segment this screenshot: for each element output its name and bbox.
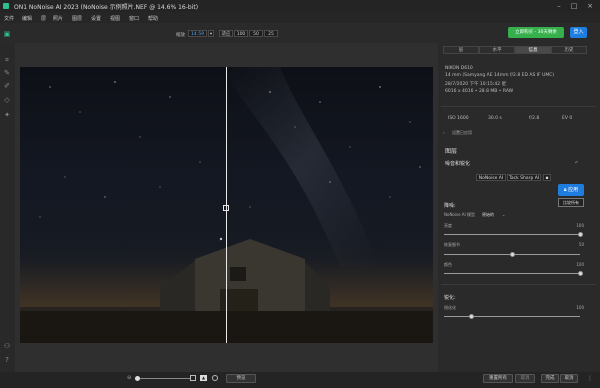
apply-label: 应用 xyxy=(568,187,579,193)
settings-chevron-icon[interactable]: › xyxy=(443,130,445,135)
cancel-small-button[interactable]: 取消 xyxy=(515,374,535,383)
noise-heading: 降噪: xyxy=(444,203,456,209)
noise-model-label: NoNoise AI 模型 xyxy=(444,212,475,217)
slider-value-color[interactable]: 100 xyxy=(570,262,584,267)
slider-knob-sharpen[interactable] xyxy=(468,314,474,319)
slider-value-sharpen[interactable]: 100 xyxy=(570,305,584,310)
zoom-input[interactable]: 14.59 xyxy=(188,30,207,37)
slider-knob-luminance[interactable] xyxy=(577,232,583,237)
file-size-info: 6016 x 4016 • 28.8 MB • RAW xyxy=(445,89,514,94)
settings-applied-toggle[interactable]: 设置已应用 xyxy=(452,130,472,136)
model-options-icon[interactable]: ▪ xyxy=(543,174,551,181)
menu-window[interactable]: 窗口 xyxy=(129,15,139,22)
slider-value-luminance[interactable]: 100 xyxy=(570,223,584,228)
preview-button[interactable]: 预览 xyxy=(226,374,256,383)
section-title: 噪音和锐化 xyxy=(445,161,471,167)
exif-shutter: 30.0 s xyxy=(488,116,502,121)
apply-button[interactable]: 🔒︎ 应用 xyxy=(558,184,584,196)
model-tack-sharp-button[interactable]: Tack Sharp AI xyxy=(507,174,541,181)
tab-levels[interactable]: 水平 xyxy=(479,46,515,54)
slider-label-color: 颜色 xyxy=(444,262,452,267)
done-button[interactable]: 完成 xyxy=(541,374,559,383)
close-icon[interactable]: × xyxy=(584,2,596,10)
menu-edit[interactable]: 编辑 xyxy=(22,15,32,22)
slider-label-luminance: 亮度 xyxy=(444,223,452,228)
menu-view[interactable]: 视图 xyxy=(110,15,120,22)
menu-settings[interactable]: 设置 xyxy=(91,15,101,22)
help-icon[interactable]: ? xyxy=(3,356,11,364)
layers-heading: 图层 xyxy=(445,148,458,155)
menu-file[interactable]: 文件 xyxy=(4,15,14,22)
model-nonoise-ai-button[interactable]: NoNoise AI xyxy=(476,174,506,181)
crop-tool-icon[interactable]: ⌗ xyxy=(3,56,11,64)
slider-label-detail: 恢复细节 xyxy=(444,242,460,247)
menu-layers[interactable]: 图层 xyxy=(72,15,82,22)
minimize-icon[interactable]: – xyxy=(553,2,565,10)
mask-view-icon[interactable] xyxy=(212,375,218,381)
lens-info: 14 mm (Samyang AE 14mm f/2.8 ED AS IF UM… xyxy=(445,73,555,78)
exif-iso: ISO 1600 xyxy=(448,116,469,121)
slider-track-sharpen[interactable] xyxy=(444,316,580,317)
login-button[interactable]: 登入 xyxy=(570,27,587,38)
menu-bar xyxy=(0,12,600,23)
tab-info[interactable]: 信息 xyxy=(515,46,551,54)
left-toolbar xyxy=(0,43,15,372)
menu-help[interactable]: 帮助 xyxy=(148,15,158,22)
chevron-down-icon[interactable]: ⌄ xyxy=(502,212,505,217)
slider-label-sharpen: 锐化化 xyxy=(444,305,456,310)
capture-date: 28/7/2020 下午 10:15:42 星 xyxy=(445,82,507,87)
slider-track-luminance[interactable] xyxy=(444,234,580,235)
zoom-out-icon[interactable]: ⊖ xyxy=(127,375,131,381)
zoom-label: 缩放 xyxy=(176,33,185,38)
exif-aperture: f/2.8 xyxy=(529,116,540,121)
more-icon[interactable]: ⋮ xyxy=(587,375,593,382)
fit-button[interactable]: 适应 xyxy=(219,30,233,37)
layers-icon[interactable]: ▣ xyxy=(3,30,11,38)
zoom-slider-knob[interactable] xyxy=(135,376,140,381)
user-icon[interactable]: ⚇ xyxy=(3,342,11,350)
brush-tool-icon[interactable]: ✎ xyxy=(3,69,11,77)
split-view-icon[interactable]: ▲ xyxy=(200,375,207,381)
slider-knob-color[interactable] xyxy=(577,271,583,276)
zoom-50-button[interactable]: 50 xyxy=(249,30,263,37)
exif-ev: EV 0 xyxy=(562,116,573,121)
menu-layer[interactable]: 层 xyxy=(41,15,46,22)
slider-track-color[interactable] xyxy=(444,273,580,274)
buy-now-button[interactable]: 立即购买 - 30天剩余 xyxy=(508,27,564,38)
zoom-25-button[interactable]: 25 xyxy=(264,30,278,37)
slider-value-detail[interactable]: 50 xyxy=(570,242,584,247)
tab-layers[interactable]: 层 xyxy=(443,46,479,54)
retouch-tool-icon[interactable]: ✦ xyxy=(3,111,11,119)
zoom-dropdown-icon[interactable]: ▾ xyxy=(208,30,214,37)
split-view-handle[interactable] xyxy=(223,205,229,211)
noise-model-select[interactable]: 原始的 xyxy=(482,212,494,218)
menu-photo[interactable]: 照片 xyxy=(53,15,63,22)
zoom-slider-track[interactable] xyxy=(135,378,190,379)
sharpen-heading: 锐化: xyxy=(444,295,456,301)
tab-history[interactable]: 历史 xyxy=(551,46,587,54)
camera-model: NIKON D610 xyxy=(445,66,473,71)
divider xyxy=(441,284,596,285)
app-logo-icon xyxy=(3,3,9,9)
reset-all-button[interactable]: 重置所有 xyxy=(483,374,513,383)
compare-all-button[interactable]: 比较所有 xyxy=(558,198,584,207)
pen-tool-icon[interactable]: ✐ xyxy=(3,82,11,90)
cancel-button[interactable]: 取消 xyxy=(560,374,578,383)
window-title: ON1 NoNoise AI 2023 (NoNoise 示例照片.NEF @ … xyxy=(14,4,199,11)
slider-knob-detail[interactable] xyxy=(509,252,515,257)
reset-icon[interactable]: ↶ xyxy=(575,160,578,165)
single-view-icon[interactable] xyxy=(190,375,196,381)
zoom-100-button[interactable]: 100 xyxy=(234,30,248,37)
maximize-icon[interactable]: □ xyxy=(568,2,580,10)
lock-icon: 🔒︎ xyxy=(563,187,567,193)
divider xyxy=(441,106,596,107)
eraser-tool-icon[interactable]: ◇ xyxy=(3,96,11,104)
